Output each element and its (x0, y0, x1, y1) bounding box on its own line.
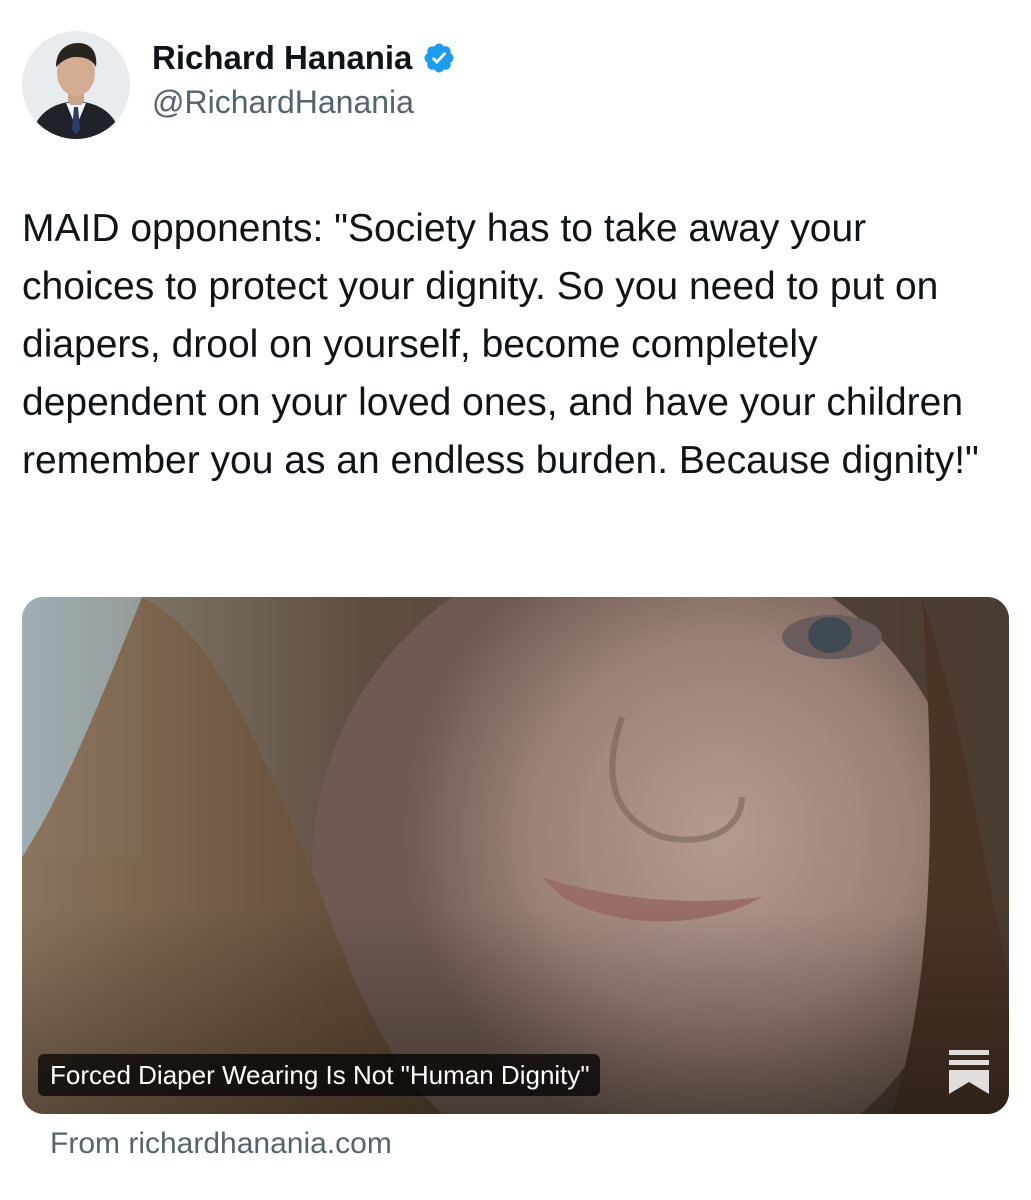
tweet-text: MAID opponents: "Society has to take awa… (22, 207, 979, 482)
name-row: Richard Hanania (152, 38, 456, 78)
article-photo-icon (22, 597, 1009, 1114)
avatar[interactable] (22, 31, 130, 139)
author-names: Richard Hanania @RichardHanania (152, 38, 456, 124)
tweet-header: Richard Hanania @RichardHanania (22, 30, 456, 140)
substack-bookmark-icon (949, 1050, 989, 1094)
author-handle[interactable]: @RichardHanania (152, 80, 456, 124)
profile-photo-icon (22, 31, 130, 139)
display-name[interactable]: Richard Hanania (152, 38, 412, 78)
verified-badge-icon (422, 41, 456, 75)
card-source[interactable]: From richardhanania.com (50, 1124, 392, 1164)
card-title: Forced Diaper Wearing Is Not "Human Dign… (38, 1054, 600, 1096)
link-card[interactable]: Forced Diaper Wearing Is Not "Human Dign… (22, 597, 1009, 1114)
